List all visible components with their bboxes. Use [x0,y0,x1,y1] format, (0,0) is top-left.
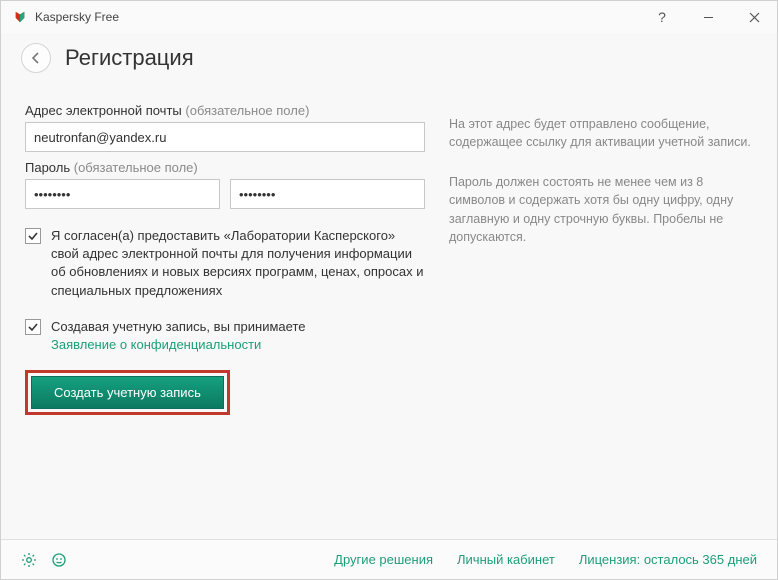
terms-text-block: Создавая учетную запись, вы принимаете З… [51,318,306,354]
email-input[interactable] [25,122,425,152]
password-label: Пароль (обязательное поле) [25,160,425,175]
hint-column: На этот адрес будет отправлено сообщение… [449,95,753,539]
help-button[interactable]: ? [639,1,685,33]
email-hint: На этот адрес будет отправлено сообщение… [449,115,753,151]
password-label-text: Пароль [25,160,70,175]
footer-link-account[interactable]: Личный кабинет [457,552,555,567]
form-column: Адрес электронной почты (обязательное по… [25,95,425,539]
close-button[interactable] [731,1,777,33]
terms-text: Создавая учетную запись, вы принимаете [51,319,306,334]
consent-row: Я согласен(а) предоставить «Лаборатории … [25,227,425,300]
footer-link-solutions[interactable]: Другие решения [334,552,433,567]
page-header: Регистрация [1,33,777,87]
create-account-button[interactable]: Создать учетную запись [31,376,224,409]
consent-checkbox[interactable] [25,228,41,244]
titlebar: Kaspersky Free ? [1,1,777,33]
app-window: Kaspersky Free ? Регистрация Адрес элект… [0,0,778,580]
password-required-text: (обязательное поле) [74,160,198,175]
password-input[interactable] [25,179,220,209]
password-hint: Пароль должен состоять не менее чем из 8… [449,173,753,246]
submit-highlight: Создать учетную запись [25,370,230,415]
password-confirm-input[interactable] [230,179,425,209]
footer-link-license[interactable]: Лицензия: осталось 365 дней [579,552,757,567]
terms-checkbox[interactable] [25,319,41,335]
app-logo-icon [13,10,27,24]
page-title: Регистрация [65,45,194,71]
back-button[interactable] [21,43,51,73]
minimize-button[interactable] [685,1,731,33]
email-required-text: (обязательное поле) [185,103,309,118]
settings-icon[interactable] [21,552,37,568]
email-label: Адрес электронной почты (обязательное по… [25,103,425,118]
app-title: Kaspersky Free [35,10,119,24]
consent-text: Я согласен(а) предоставить «Лаборатории … [51,227,425,300]
email-label-text: Адрес электронной почты [25,103,182,118]
footer: Другие решения Личный кабинет Лицензия: … [1,539,777,579]
content: Адрес электронной почты (обязательное по… [1,87,777,539]
terms-row: Создавая учетную запись, вы принимаете З… [25,318,425,354]
privacy-link[interactable]: Заявление о конфиденциальности [51,337,261,352]
support-icon[interactable] [51,552,67,568]
